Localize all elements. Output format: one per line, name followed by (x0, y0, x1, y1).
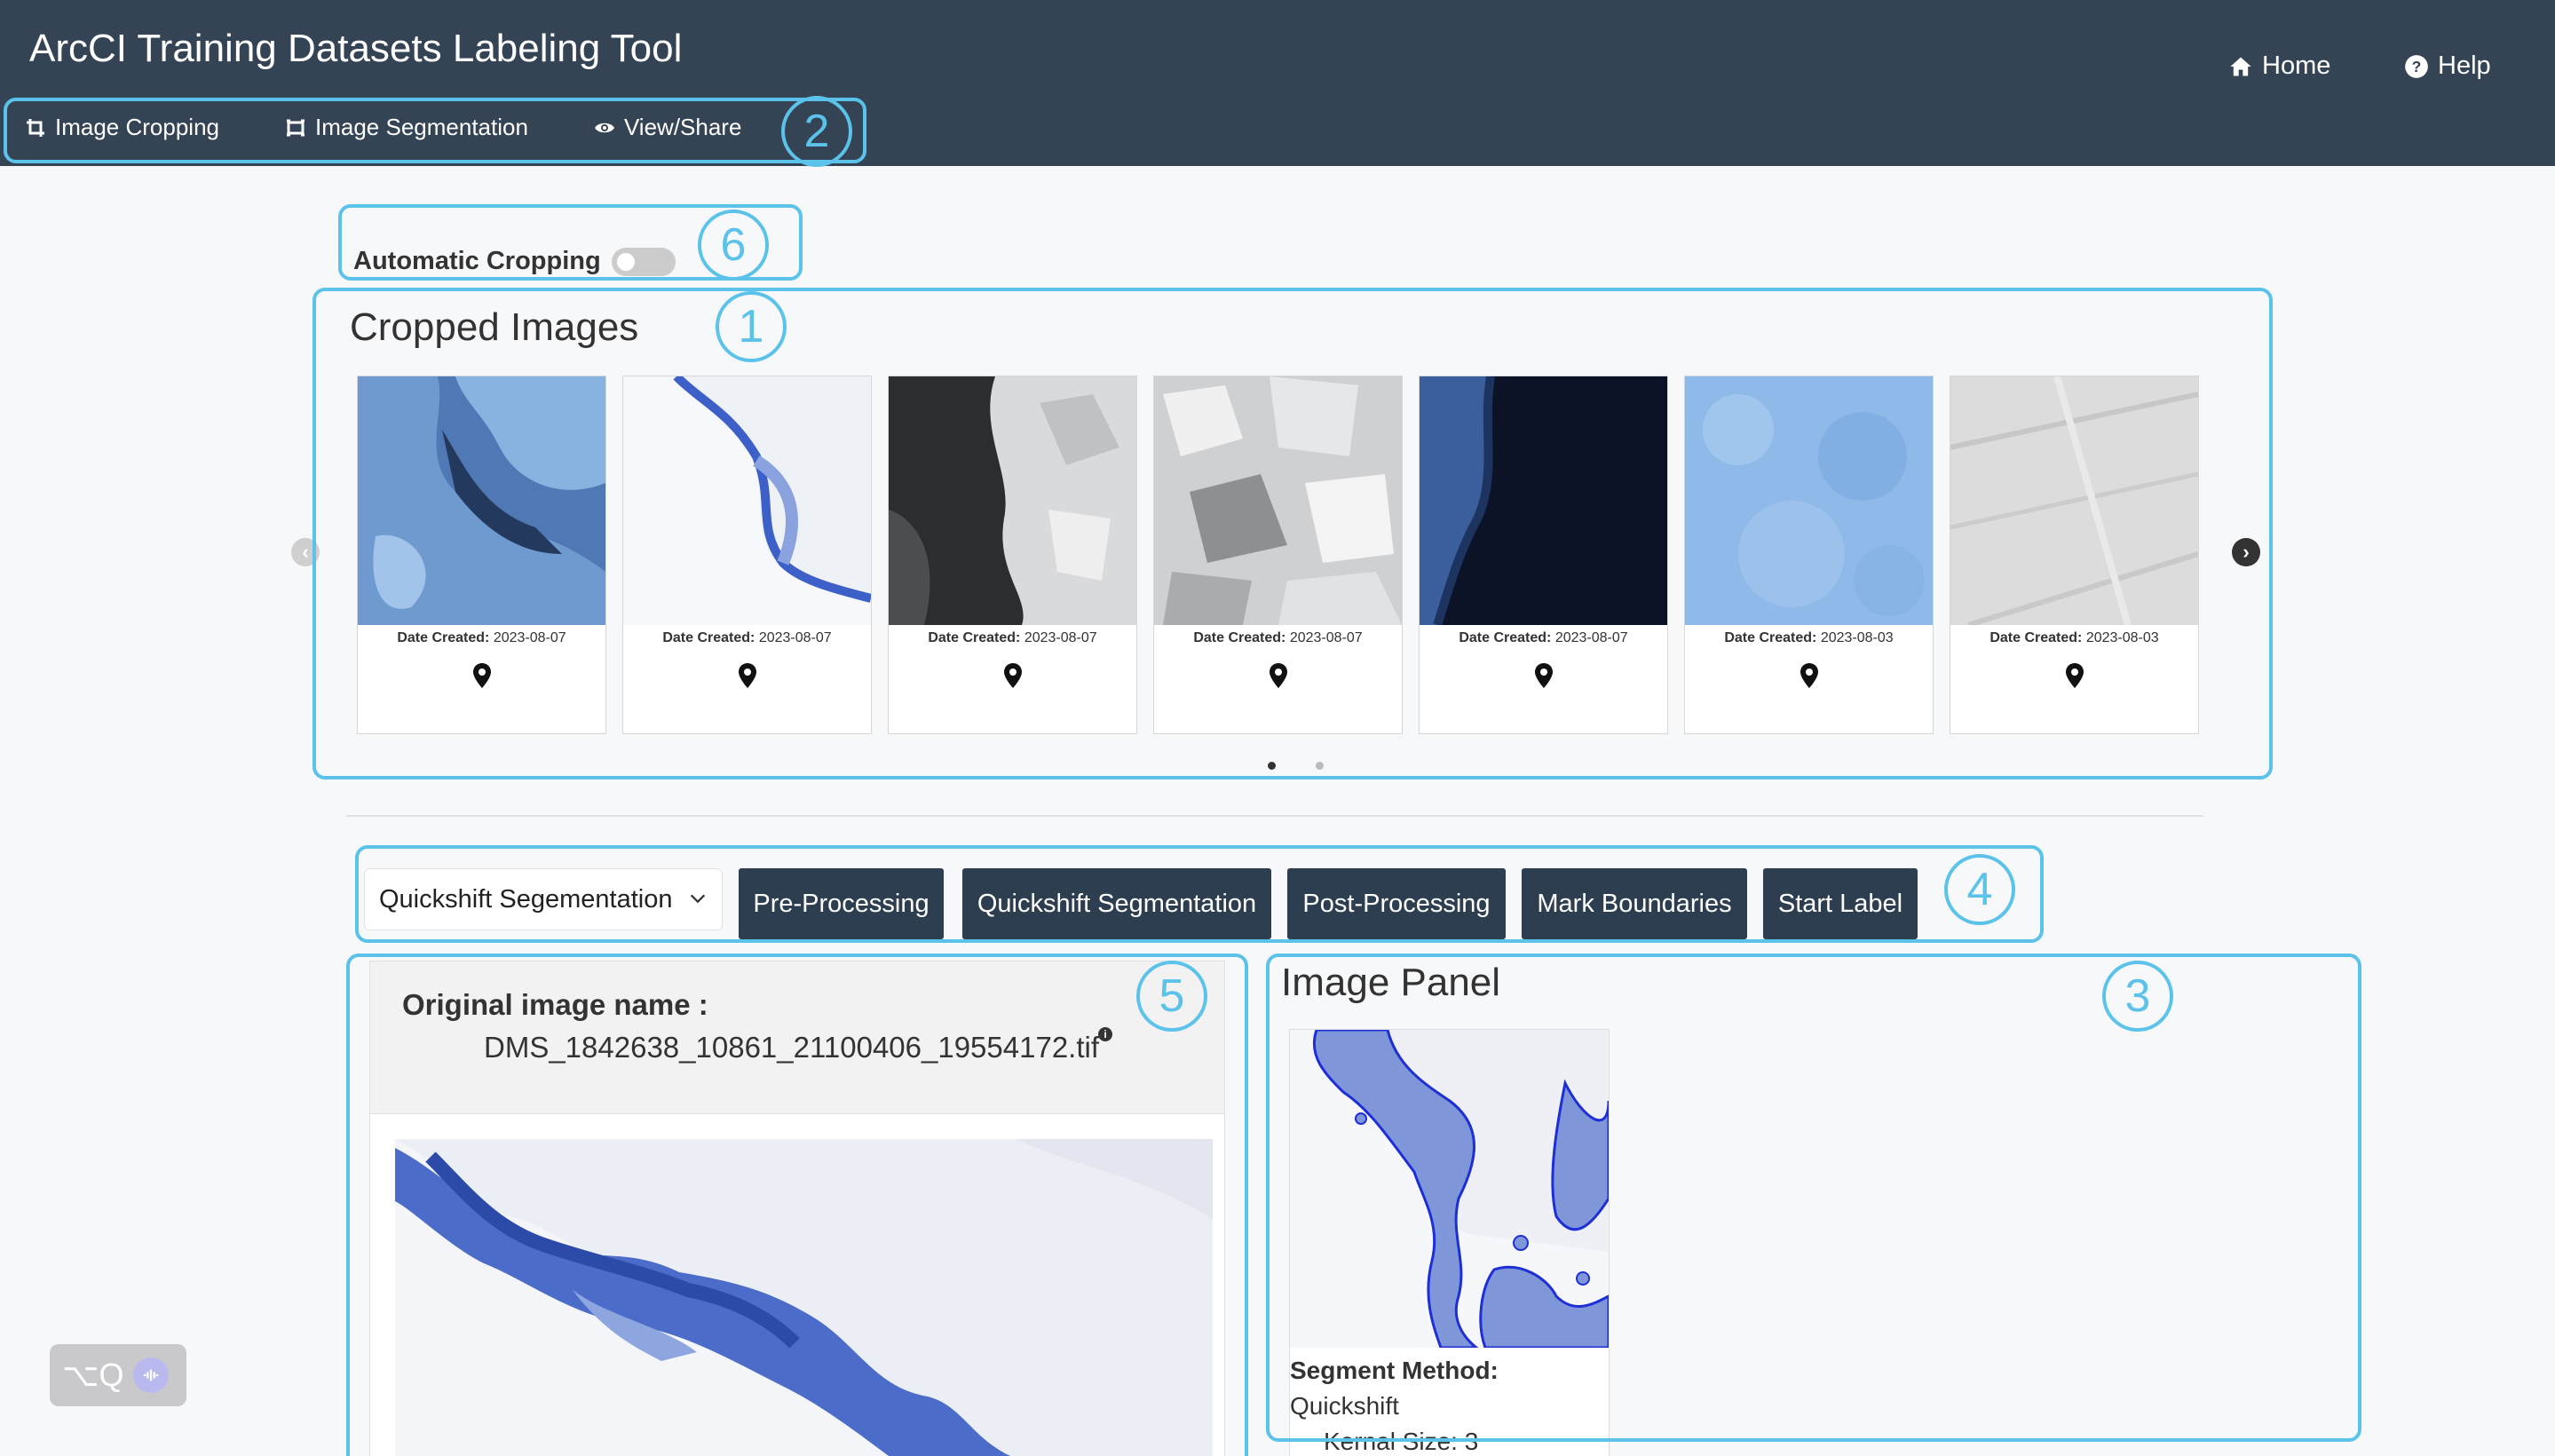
automatic-cropping: Automatic Cropping (353, 247, 676, 276)
date-created: Date Created: 2023-08-07 (1193, 630, 1363, 645)
tab-label: Image Segmentation (315, 114, 528, 140)
date-created: Date Created: 2023-08-07 (662, 630, 832, 645)
carousel-indicator-1[interactable] (1268, 762, 1276, 770)
app-title: ArcCI Training Datasets Labeling Tool (29, 27, 683, 70)
original-image-card: Original image name : DMS_1842638_10861_… (369, 961, 1225, 1456)
tab-label: View/Share (623, 114, 742, 140)
help-label: Help (2438, 51, 2491, 80)
annotation-badge-6: 6 (698, 210, 769, 281)
cropped-image-thumbnail[interactable] (1154, 376, 1402, 625)
quickshift-segmentation-button[interactable]: Quickshift Segmentation (962, 868, 1271, 939)
cropped-images-title: Cropped Images (350, 305, 639, 349)
tab-view-share[interactable]: View/Share (594, 114, 742, 141)
automatic-cropping-toggle[interactable] (611, 247, 676, 276)
selected-method: Quickshift Segementation (379, 884, 673, 914)
original-image-header: Original image name : DMS_1842638_10861_… (370, 961, 1224, 1114)
post-processing-button[interactable]: Post-Processing (1287, 868, 1506, 939)
cropped-image-card[interactable]: Date Created: 2023-08-07 (357, 376, 606, 734)
shortcut-widget[interactable]: ⌥Q (50, 1344, 186, 1406)
shortcut-label: ⌥Q (62, 1357, 124, 1393)
date-created: Date Created: 2023-08-03 (1724, 630, 1894, 645)
cropped-image-thumbnail[interactable] (623, 376, 871, 625)
home-link[interactable]: Home (2228, 51, 2330, 81)
cropped-image-card[interactable]: Date Created: 2023-08-07 (1419, 376, 1668, 734)
kernel-size: Kernal Size: 3 (1324, 1428, 1479, 1455)
cropped-image-card[interactable]: Date Created: 2023-08-03 (1684, 376, 1934, 734)
date-created: Date Created: 2023-08-07 (397, 630, 566, 645)
eye-icon (594, 123, 614, 132)
cropped-image-card[interactable]: Date Created: 2023-08-07 (888, 376, 1137, 734)
date-created: Date Created: 2023-08-07 (1459, 630, 1628, 645)
annotation-badge-1: 1 (716, 291, 787, 362)
segment-method-label: Segment Method: (1290, 1357, 1499, 1384)
help-link[interactable]: ? Help (2404, 51, 2491, 81)
crop-icon (27, 118, 44, 137)
segment-method-value: Quickshift (1290, 1392, 1399, 1420)
chevron-down-icon (690, 894, 706, 904)
original-image-view[interactable] (395, 1139, 1213, 1456)
tab-label: Image Cropping (55, 114, 219, 140)
start-label-button[interactable]: Start Label (1763, 868, 1918, 939)
segmentation-method-select[interactable]: Quickshift Segementation (364, 868, 723, 930)
location-pin-icon[interactable] (1534, 662, 1554, 689)
home-icon (2230, 57, 2251, 75)
location-pin-icon[interactable] (472, 662, 492, 689)
location-pin-icon[interactable] (2065, 662, 2084, 689)
original-image-filename: DMS_1842638_10861_21100406_19554172.tif (484, 1031, 1100, 1064)
info-icon[interactable]: i (1098, 1027, 1112, 1041)
annotation-badge-5: 5 (1136, 961, 1207, 1032)
segmented-image-card: Segment Method: Quickshift Kernal Size: … (1289, 1029, 1610, 1456)
voice-icon[interactable] (132, 1357, 169, 1393)
annotation-badge-2: 2 (781, 96, 852, 167)
tab-image-cropping[interactable]: Image Cropping (25, 114, 219, 141)
location-pin-icon[interactable] (1269, 662, 1288, 689)
svg-text:?: ? (2412, 57, 2422, 75)
cropped-image-thumbnail[interactable] (889, 376, 1136, 625)
section-divider (346, 815, 2203, 817)
cropped-image-card[interactable]: Date Created: 2023-08-03 (1950, 376, 2199, 734)
top-navbar: ArcCI Training Datasets Labeling Tool Ho… (0, 0, 2555, 166)
pre-processing-button[interactable]: Pre-Processing (739, 868, 944, 939)
help-icon: ? (2405, 54, 2428, 78)
toggle-knob (616, 252, 635, 271)
cropped-image-thumbnail[interactable] (1950, 376, 2198, 625)
segment-icon (287, 119, 305, 136)
date-created: Date Created: 2023-08-07 (928, 630, 1097, 645)
location-pin-icon[interactable] (738, 662, 757, 689)
segmented-image[interactable] (1290, 1030, 1609, 1348)
automatic-cropping-label: Automatic Cropping (353, 247, 601, 275)
tab-image-segmentation[interactable]: Image Segmentation (285, 114, 528, 141)
carousel-indicator-2[interactable] (1316, 762, 1324, 770)
original-image-label: Original image name : (402, 988, 708, 1021)
main-tabs: Image Cropping Image Segmentation View/S… (25, 114, 807, 141)
location-pin-icon[interactable] (1003, 662, 1023, 689)
carousel-next-button[interactable]: › (2232, 538, 2260, 566)
cropped-image-card[interactable]: Date Created: 2023-08-07 (1153, 376, 1403, 734)
home-label: Home (2262, 51, 2331, 80)
cropped-image-thumbnail[interactable] (1685, 376, 1933, 625)
carousel-prev-button[interactable]: ‹ (291, 538, 320, 566)
location-pin-icon[interactable] (1800, 662, 1819, 689)
mark-boundaries-button[interactable]: Mark Boundaries (1522, 868, 1747, 939)
annotation-badge-4: 4 (1944, 854, 2015, 925)
cropped-image-card[interactable]: Date Created: 2023-08-07 (622, 376, 872, 734)
cropped-image-thumbnail[interactable] (1420, 376, 1667, 625)
cropped-image-thumbnail[interactable] (358, 376, 605, 625)
image-panel-title: Image Panel (1281, 961, 1501, 1004)
date-created: Date Created: 2023-08-03 (1989, 630, 2159, 645)
annotation-badge-3: 3 (2102, 961, 2173, 1032)
